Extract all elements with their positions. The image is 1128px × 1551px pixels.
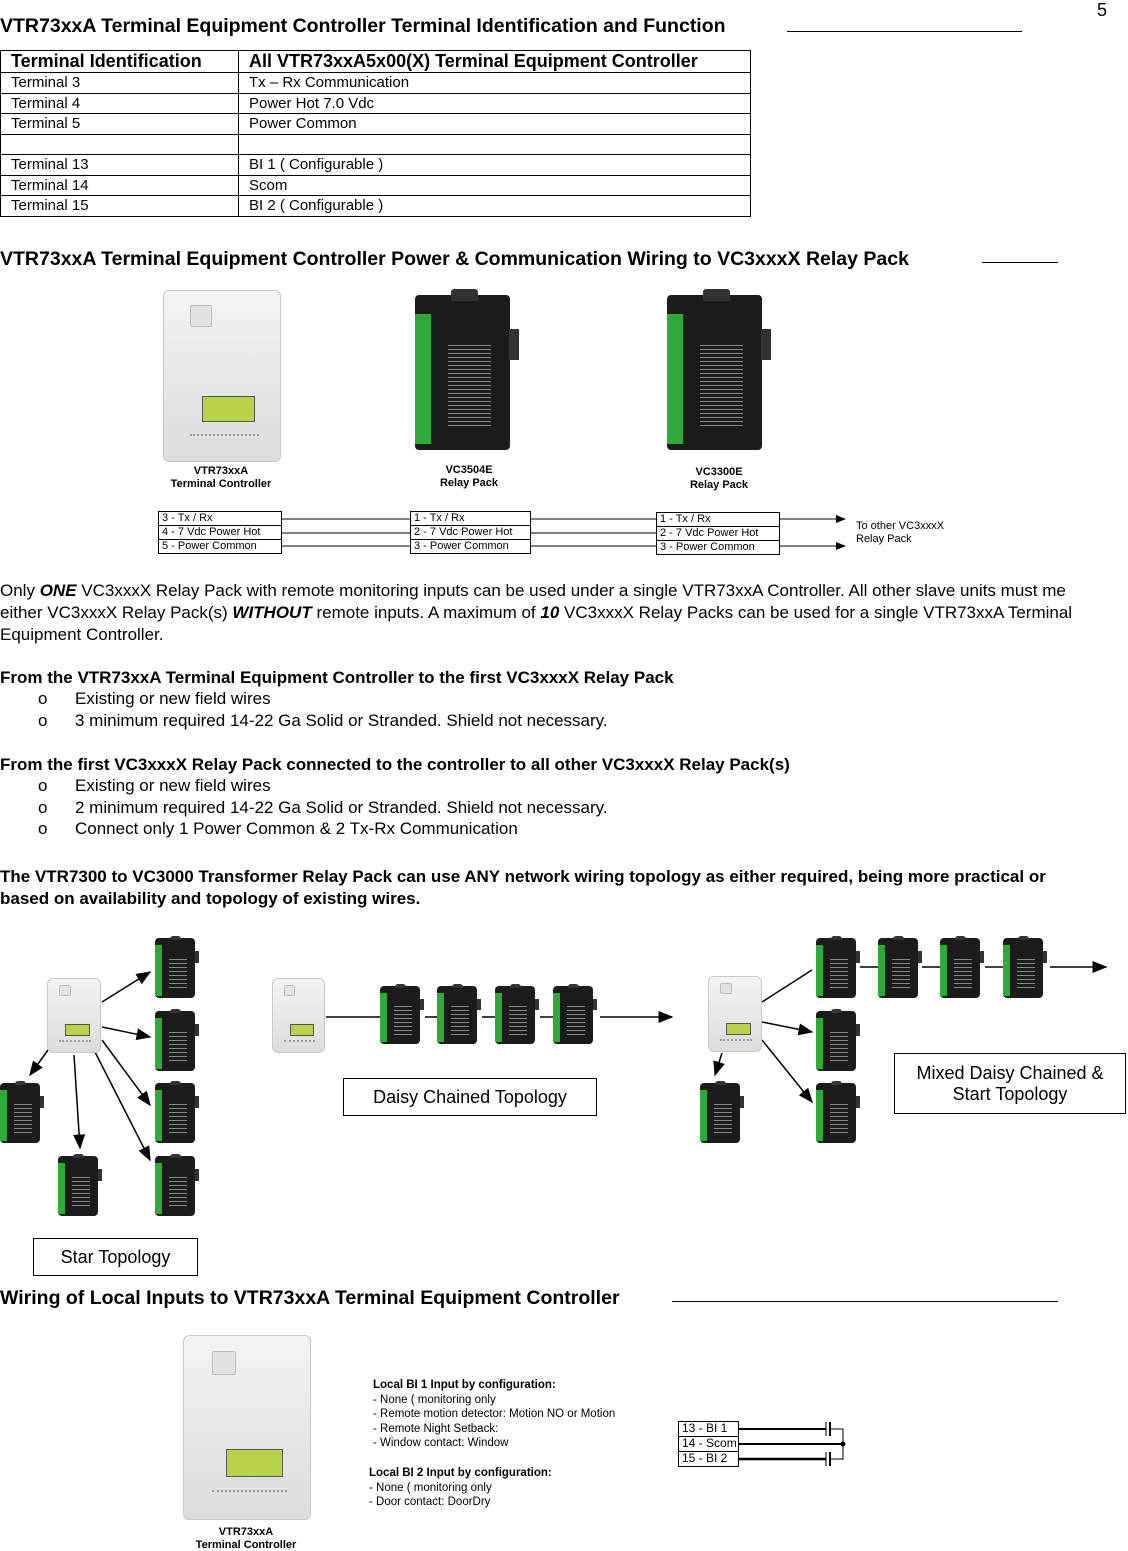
mixed-topology-label: Mixed Daisy Chained & Start Topology xyxy=(894,1053,1126,1114)
terminal: 1 - Tx / Rx xyxy=(657,513,779,527)
relay-pack-image xyxy=(437,983,481,1044)
config-item: - Window contact: Window xyxy=(373,1437,509,1449)
bullet: o xyxy=(38,798,48,817)
terminal: 5 - Power Common xyxy=(162,540,257,552)
thermostat-controller-image xyxy=(163,290,281,462)
bullet: o xyxy=(38,776,48,795)
thermostat-controller-image xyxy=(183,1335,311,1520)
device-name: VC3504E xyxy=(445,464,493,476)
device-name: VTR73xxA xyxy=(193,465,249,477)
bi1-config: Local BI 1 Input by configuration: - None… xyxy=(373,1378,615,1451)
bullet: o xyxy=(38,819,48,838)
item-text: Existing or new field wires xyxy=(75,776,271,795)
terminal: 14 - Scom xyxy=(679,1437,738,1452)
terminal: 4 - 7 Vdc Power Hot xyxy=(159,526,281,540)
bullet: o xyxy=(38,689,48,708)
relay-pack-image xyxy=(940,935,984,998)
emphasis: WITHOUT xyxy=(232,603,312,622)
relay-pack-image xyxy=(816,1080,860,1143)
note-line: To other VC3xxxX xyxy=(856,520,945,532)
item-text: 3 minimum required 14-22 Ga Solid or Str… xyxy=(75,711,608,730)
device-type: Relay Pack xyxy=(689,479,749,491)
config-item: - Door contact: DoorDry xyxy=(369,1496,491,1508)
relay-pack-image xyxy=(155,935,199,998)
relay-limit-paragraph: Only ONE VC3xxxX Relay Pack with remote … xyxy=(0,580,1110,646)
section-title-local-inputs: Wiring of Local Inputs to VTR73xxA Termi… xyxy=(0,1287,620,1309)
relay-pack-image xyxy=(155,1153,199,1216)
relay-pack-image xyxy=(415,288,519,450)
terminal: 13 - BI 1 xyxy=(679,1422,738,1437)
relay-pack-image xyxy=(0,1080,44,1143)
relay-pack-image xyxy=(816,1008,860,1071)
thermostat-controller-image xyxy=(708,976,762,1052)
config-item: - None ( monitoring only xyxy=(373,1393,496,1406)
relay-terminal-block: 1 - Tx / Rx 2 - 7 Vdc Power Hot 3 - Power … xyxy=(656,512,780,555)
device-type: Terminal Controller xyxy=(170,478,272,490)
relay-pack-image xyxy=(58,1153,102,1216)
list-item: o Existing or new field wires xyxy=(38,776,271,796)
text: remote inputs. A maximum of xyxy=(311,603,541,622)
topology-note: The VTR7300 to VC3000 Transformer Relay … xyxy=(0,867,1046,908)
device-type: Terminal Controller xyxy=(195,1539,297,1551)
item-text: 2 minimum required 14-22 Ga Solid or Str… xyxy=(75,798,608,817)
config-item: - Remote motion detector: Motion NO or M… xyxy=(373,1408,616,1420)
terminal: 3 - Power Common xyxy=(660,541,755,553)
item-text: Existing or new field wires xyxy=(75,689,271,708)
relay-pack-image xyxy=(553,983,597,1044)
relay-pack-image xyxy=(878,935,922,998)
terminal: 3 - Power Common xyxy=(414,540,509,552)
relay-label: VC3300E Relay Pack xyxy=(655,466,783,492)
daisy-topology-label: Daisy Chained Topology xyxy=(343,1078,597,1116)
input-terminal-block: 13 - BI 1 14 - Scom 15 - BI 2 xyxy=(678,1421,739,1467)
terminal: 2 - 7 Vdc Power Hot xyxy=(411,526,530,540)
relay-pack-image xyxy=(155,1080,199,1143)
relay-pack-image xyxy=(1003,935,1047,998)
config-item: - Remote Night Setback: xyxy=(373,1422,499,1435)
item-text: Connect only 1 Power Common & 2 Tx-Rx Co… xyxy=(75,819,518,838)
controller-label: VTR73xxA Terminal Controller xyxy=(150,465,292,491)
title-rule xyxy=(672,1301,1058,1302)
list-heading: From the VTR73xxA Terminal Equipment Con… xyxy=(0,668,674,687)
list-item: o 2 minimum required 14-22 Ga Solid or St… xyxy=(38,798,608,818)
relay-pack-image xyxy=(667,288,771,450)
list-heading: From the first VC3xxxX Relay Pack connec… xyxy=(0,755,790,774)
terminal: 2 - 7 Vdc Power Hot xyxy=(657,527,779,541)
relay-pack-image xyxy=(816,935,860,998)
to-other-note: To other VC3xxxX Relay Pack xyxy=(856,520,944,546)
config-item: - None ( monitoring only xyxy=(369,1481,492,1494)
emphasis: 10 xyxy=(540,603,560,622)
device-type: Relay Pack xyxy=(439,477,499,489)
terminal: 15 - BI 2 xyxy=(682,1451,728,1465)
relay-pack-image xyxy=(700,1080,744,1143)
list-item: o Connect only 1 Power Common & 2 Tx-Rx C… xyxy=(38,819,518,839)
document-page: 5 VTR73xxA Terminal Equipment Controller… xyxy=(0,0,1128,1551)
controller-label: VTR73xxA Terminal Controller xyxy=(175,1526,317,1551)
list-item: o 3 minimum required 14-22 Ga Solid or St… xyxy=(38,711,608,731)
thermostat-controller-image xyxy=(47,978,101,1053)
relay-pack-image xyxy=(155,1008,199,1071)
controller-terminal-block: 3 - Tx / Rx 4 - 7 Vdc Power Hot 5 - Power … xyxy=(158,511,282,554)
device-name: VC3300E xyxy=(695,466,743,478)
note-line: Relay Pack xyxy=(856,533,912,545)
config-heading: Local BI 1 Input by configuration: xyxy=(373,1379,556,1391)
relay-pack-image xyxy=(380,983,424,1044)
config-heading: Local BI 2 Input by configuration: xyxy=(369,1467,552,1479)
list-item: o Existing or new field wires xyxy=(38,689,271,709)
star-topology-label: Star Topology xyxy=(33,1238,198,1276)
text: Only xyxy=(0,581,40,600)
relay-terminal-block: 1 - Tx / Rx 2 - 7 Vdc Power Hot 3 - Power … xyxy=(410,511,531,554)
thermostat-controller-image xyxy=(272,978,325,1053)
terminal: 3 - Tx / Rx xyxy=(159,512,281,526)
emphasis: ONE xyxy=(39,581,77,600)
relay-label: VC3504E Relay Pack xyxy=(405,464,533,490)
terminal: 1 - Tx / Rx xyxy=(411,512,530,526)
relay-pack-image xyxy=(495,983,539,1044)
bullet: o xyxy=(38,711,48,730)
device-name: VTR73xxA xyxy=(218,1526,274,1538)
bi2-config: Local BI 2 Input by configuration: - None… xyxy=(369,1466,552,1510)
